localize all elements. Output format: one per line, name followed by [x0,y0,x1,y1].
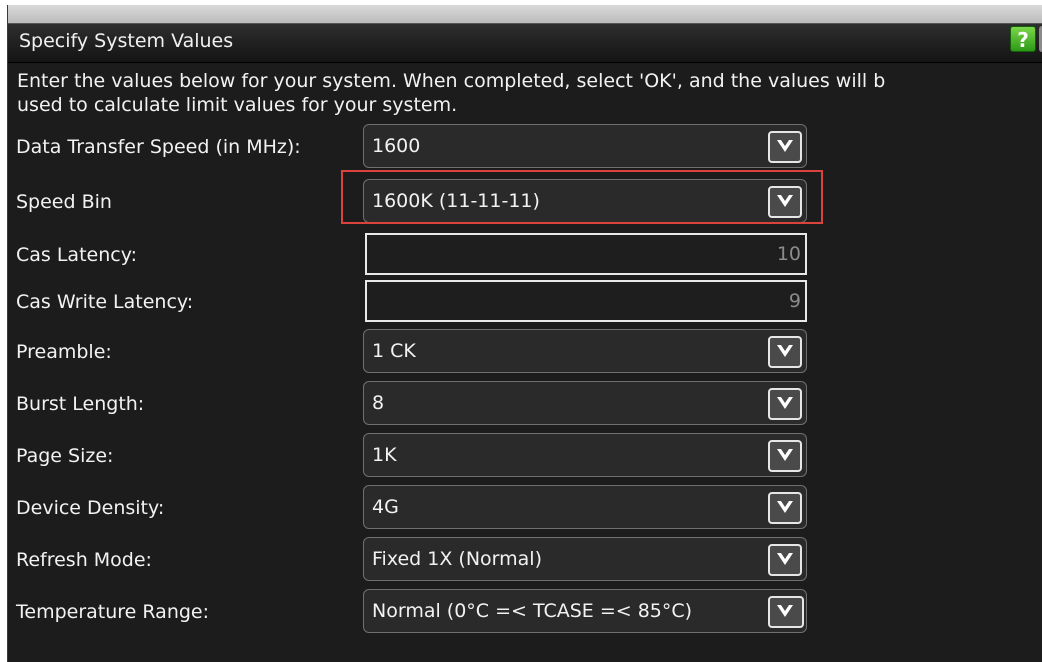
row-refresh-mode: Refresh Mode: Fixed 1X (Normal) [8,535,1042,585]
dialog-title: Specify System Values [19,30,234,52]
temperature-range-label: Temperature Range: [16,601,210,623]
speed-bin-label: Speed Bin [16,191,112,213]
dialog-titlebar: Specify System Values [8,23,1042,63]
row-data-transfer-speed: Data Transfer Speed (in MHz): 1600 [8,122,1042,172]
preamble-value: 1 CK [372,340,416,362]
chevron-down-icon[interactable] [768,440,802,472]
data-transfer-speed-value: 1600 [372,135,421,157]
row-cas-write-latency: Cas Write Latency: 9 [8,277,1042,327]
cas-latency-field[interactable]: 10 [365,233,807,275]
speed-bin-select[interactable]: 1600K (11-11-11) [363,179,807,223]
preamble-label: Preamble: [16,341,112,363]
temperature-range-value: Normal (0°C =< TCASE =< 85°C) [372,600,693,622]
data-transfer-speed-label: Data Transfer Speed (in MHz): [16,136,301,158]
chevron-down-icon[interactable] [768,544,802,576]
cas-write-latency-value: 9 [788,290,801,312]
cas-write-latency-field[interactable]: 9 [365,280,807,322]
device-density-label: Device Density: [16,497,165,519]
refresh-mode-label: Refresh Mode: [16,549,152,571]
page-size-label: Page Size: [16,445,114,467]
page-size-select[interactable]: 1K [363,433,807,477]
row-preamble: Preamble: 1 CK [8,327,1042,377]
cas-latency-value: 10 [776,243,801,265]
row-burst-length: Burst Length: 8 [8,379,1042,429]
instructions-text: Enter the values below for your system. … [17,69,1042,117]
refresh-mode-select[interactable]: Fixed 1X (Normal) [363,537,807,581]
instructions-line-2: used to calculate limit values for your … [17,94,458,116]
chevron-down-icon[interactable] [768,131,802,163]
device-density-select[interactable]: 4G [363,485,807,529]
temperature-range-select[interactable]: Normal (0°C =< TCASE =< 85°C) [363,589,807,633]
burst-length-select[interactable]: 8 [363,381,807,425]
row-cas-latency: Cas Latency: 10 [8,230,1042,280]
burst-length-value: 8 [372,392,385,414]
row-page-size: Page Size: 1K [8,431,1042,481]
speed-bin-value: 1600K (11-11-11) [372,190,540,212]
cas-latency-label: Cas Latency: [16,244,137,266]
preamble-select[interactable]: 1 CK [363,329,807,373]
chevron-down-icon[interactable] [768,492,802,524]
cas-write-latency-label: Cas Write Latency: [16,291,194,313]
page-size-value: 1K [372,444,397,466]
burst-length-label: Burst Length: [16,393,145,415]
window-top-strip [8,5,1042,23]
chevron-down-icon[interactable] [768,186,802,218]
row-temperature-range: Temperature Range: Normal (0°C =< TCASE … [8,587,1042,637]
chevron-down-icon[interactable] [768,388,802,420]
device-density-value: 4G [372,496,399,518]
instructions-line-1: Enter the values below for your system. … [17,70,886,92]
help-icon[interactable]: ? [1010,26,1036,52]
chevron-down-icon[interactable] [768,336,802,368]
data-transfer-speed-select[interactable]: 1600 [363,124,807,168]
refresh-mode-value: Fixed 1X (Normal) [372,548,542,570]
row-speed-bin: Speed Bin 1600K (11-11-11) [8,177,1042,227]
chevron-down-icon[interactable] [768,596,804,628]
row-device-density: Device Density: 4G [8,483,1042,533]
specify-system-values-dialog: Specify System Values ? Enter the values… [7,5,1042,662]
